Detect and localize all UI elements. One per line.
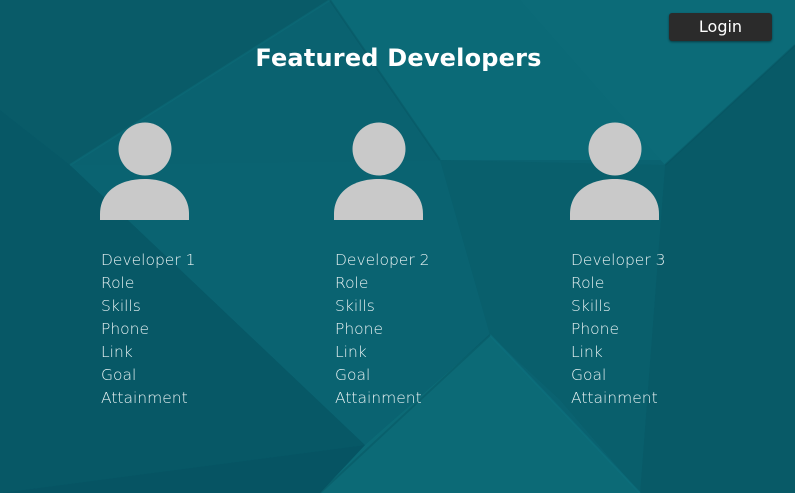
developer-role: Role — [571, 274, 605, 292]
developer-skills: Skills — [101, 297, 141, 315]
developer-skills: Skills — [335, 297, 375, 315]
developer-goal: Goal — [101, 366, 137, 384]
developer-role: Role — [101, 274, 135, 292]
developer-goal: Goal — [571, 366, 607, 384]
developer-name: Developer 3 — [571, 251, 666, 269]
developer-details: Developer 3 Role Skills Phone Link Goal … — [570, 249, 740, 410]
developer-phone: Phone — [571, 320, 620, 338]
developer-goal: Goal — [335, 366, 371, 384]
developer-link[interactable]: Link — [335, 341, 504, 364]
page-title: Featured Developers — [255, 44, 542, 72]
developer-role: Role — [335, 274, 369, 292]
developer-link[interactable]: Link — [101, 341, 270, 364]
developer-attainment: Attainment — [101, 389, 188, 407]
developer-phone: Phone — [101, 320, 150, 338]
developer-card-1: Developer 1 Role Skills Phone Link Goal … — [100, 118, 270, 410]
developer-attainment: Attainment — [335, 389, 422, 407]
developer-card-2: Developer 2 Role Skills Phone Link Goal … — [334, 118, 504, 410]
developer-skills: Skills — [571, 297, 611, 315]
developer-card-3: Developer 3 Role Skills Phone Link Goal … — [570, 118, 740, 410]
developer-link[interactable]: Link — [571, 341, 740, 364]
developer-details: Developer 2 Role Skills Phone Link Goal … — [334, 249, 504, 410]
user-silhouette-icon — [570, 122, 659, 220]
developer-details: Developer 1 Role Skills Phone Link Goal … — [100, 249, 270, 410]
developer-phone: Phone — [335, 320, 384, 338]
user-silhouette-icon — [100, 122, 189, 220]
developer-name: Developer 1 — [101, 251, 196, 269]
developer-name: Developer 2 — [335, 251, 430, 269]
developer-attainment: Attainment — [571, 389, 658, 407]
login-button[interactable]: Login — [669, 13, 772, 41]
user-silhouette-icon — [334, 122, 423, 220]
